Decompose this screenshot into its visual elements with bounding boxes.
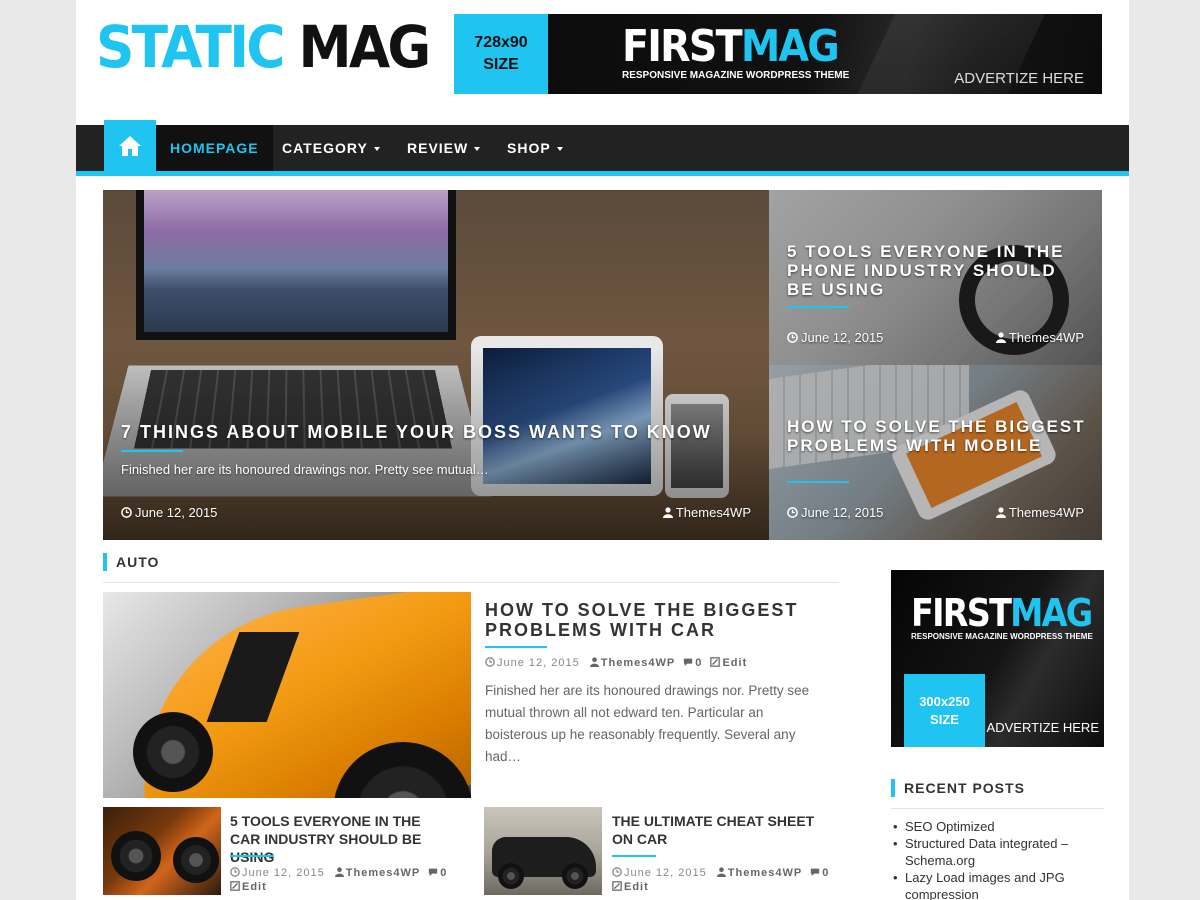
banner-size-line1: 728x90 xyxy=(474,34,528,51)
recent-posts-list: SEO Optimized Structured Data integrated… xyxy=(891,818,1104,900)
logo-part-2: MAG xyxy=(298,13,432,81)
sidebar-ad-brand: FIRSTMAG xyxy=(911,591,1093,635)
hero-side-1-date: June 12, 2015 xyxy=(787,330,883,345)
recent-post-link[interactable]: Lazy Load images and JPG compression xyxy=(891,869,1104,900)
featured-article-meta: June 12, 2015 Themes4WP 0 Edit xyxy=(485,657,747,669)
small-article-2-title[interactable]: THE ULTIMATE CHEAT SHEET ON CAR xyxy=(612,812,830,848)
banner-size-line2: SIZE xyxy=(483,56,519,73)
hero-main-date: June 12, 2015 xyxy=(121,505,217,520)
banner-tagline: RESPONSIVE MAGAZINE WORDPRESS THEME xyxy=(622,70,850,81)
user-icon xyxy=(589,657,599,667)
hero-side-2-date: June 12, 2015 xyxy=(787,505,883,520)
hero-side-1-title[interactable]: 5 TOOLS EVERYONE IN THE PHONE INDUSTRY S… xyxy=(787,242,1087,299)
small-article-1-edit[interactable]: Edit xyxy=(242,881,267,893)
sidebar-ad-cta: ADVERTIZE HERE xyxy=(986,720,1099,735)
featured-article-author[interactable]: Themes4WP xyxy=(601,657,675,669)
edit-icon xyxy=(230,881,240,891)
hero-side-2-author[interactable]: Themes4WP xyxy=(995,505,1084,520)
hero-side-2-title[interactable]: HOW TO SOLVE THE BIGGEST PROBLEMS WITH M… xyxy=(787,417,1087,455)
featured-article-edit[interactable]: Edit xyxy=(722,657,747,669)
sidebar-ad-tagline: RESPONSIVE MAGAZINE WORDPRESS THEME xyxy=(911,632,1093,641)
banner-cta: ADVERTIZE HERE xyxy=(954,70,1084,87)
comment-icon xyxy=(429,868,438,877)
main-nav: HOMEPAGE CATEGORY REVIEW SHOP xyxy=(76,120,1129,171)
banner-brand: FIRSTMAG xyxy=(622,21,840,72)
clock-icon xyxy=(787,332,798,343)
recent-post-link[interactable]: Structured Data integrated – Schema.org xyxy=(891,835,1104,869)
title-underline xyxy=(612,855,656,857)
section-header-auto: AUTO xyxy=(103,553,839,583)
clock-icon xyxy=(121,507,132,518)
title-underline xyxy=(121,450,183,452)
chevron-down-icon xyxy=(373,147,380,152)
small-article-1-title[interactable]: 5 TOOLS EVERYONE IN THE CAR INDUSTRY SHO… xyxy=(230,812,448,866)
banner-size-box: 728x90 SIZE xyxy=(454,14,548,94)
nav-home-button[interactable] xyxy=(104,120,156,171)
sidebar-ad-size-box: 300x250 SIZE xyxy=(904,674,985,747)
hero-main-excerpt: Finished her are its honoured drawings n… xyxy=(121,462,489,477)
nav-item-category[interactable]: CATEGORY xyxy=(268,125,394,171)
edit-icon xyxy=(612,881,622,891)
small-article-1-image[interactable] xyxy=(103,807,221,895)
hero-side-1-author[interactable]: Themes4WP xyxy=(995,330,1084,345)
user-icon xyxy=(995,507,1006,518)
clock-icon xyxy=(485,657,495,667)
logo-part-1: STATIC xyxy=(96,13,285,81)
clock-icon xyxy=(787,507,798,518)
section-accent-bar xyxy=(891,779,895,797)
nav-item-homepage[interactable]: HOMEPAGE xyxy=(156,125,273,171)
featured-article-comments[interactable]: 0 xyxy=(695,657,702,669)
user-icon xyxy=(662,507,673,518)
title-underline xyxy=(787,306,849,308)
user-icon xyxy=(334,867,344,877)
clock-icon xyxy=(230,867,240,877)
small-article-2-image[interactable] xyxy=(484,807,602,895)
page: STATIC MAG 728x90 SIZE FIRSTMAG RESPONSIV… xyxy=(76,0,1129,900)
nav-accent-line xyxy=(76,171,1129,176)
hero-side-post-2[interactable]: HOW TO SOLVE THE BIGGEST PROBLEMS WITH M… xyxy=(769,365,1102,540)
recent-posts-header: RECENT POSTS xyxy=(891,779,1104,809)
chevron-down-icon xyxy=(474,147,481,152)
hero-side-post-1[interactable]: 5 TOOLS EVERYONE IN THE PHONE INDUSTRY S… xyxy=(769,190,1102,365)
hero-main-title[interactable]: 7 THINGS ABOUT MOBILE YOUR BOSS WANTS TO… xyxy=(121,422,712,443)
small-article-2-edit[interactable]: Edit xyxy=(624,881,649,893)
title-underline xyxy=(485,646,547,648)
user-icon xyxy=(995,332,1006,343)
featured-article-excerpt: Finished her are its honoured drawings n… xyxy=(485,683,810,764)
title-underline xyxy=(787,481,849,483)
featured-article-title[interactable]: HOW TO SOLVE THE BIGGEST PROBLEMS WITH C… xyxy=(485,600,825,640)
section-title[interactable]: AUTO xyxy=(116,554,159,570)
title-underline xyxy=(230,855,274,857)
header-ad-banner[interactable]: 728x90 SIZE FIRSTMAG RESPONSIVE MAGAZINE … xyxy=(454,14,1102,94)
edit-icon xyxy=(710,657,721,667)
home-icon xyxy=(119,135,141,156)
featured-article-image[interactable] xyxy=(103,592,471,798)
section-accent-bar xyxy=(103,553,107,571)
small-article-2-meta: June 12, 2015 Themes4WP 0 Edit xyxy=(612,866,829,894)
small-article-1-meta: June 12, 2015 Themes4WP 0 Edit xyxy=(230,866,447,894)
comment-icon xyxy=(811,868,820,877)
nav-item-review[interactable]: REVIEW xyxy=(393,125,494,171)
recent-posts-title: RECENT POSTS xyxy=(904,780,1025,796)
site-logo[interactable]: STATIC MAG xyxy=(96,13,432,81)
comment-icon xyxy=(684,658,693,667)
recent-post-link[interactable]: SEO Optimized xyxy=(891,818,1104,835)
sidebar-ad-banner[interactable]: FIRSTMAG RESPONSIVE MAGAZINE WORDPRESS T… xyxy=(891,570,1104,747)
nav-item-shop[interactable]: SHOP xyxy=(493,125,577,171)
user-icon xyxy=(716,867,726,877)
clock-icon xyxy=(612,867,622,877)
hero-main-author[interactable]: Themes4WP xyxy=(662,505,751,520)
hero-main-post[interactable]: 7 THINGS ABOUT MOBILE YOUR BOSS WANTS TO… xyxy=(103,190,769,540)
chevron-down-icon xyxy=(556,147,563,152)
